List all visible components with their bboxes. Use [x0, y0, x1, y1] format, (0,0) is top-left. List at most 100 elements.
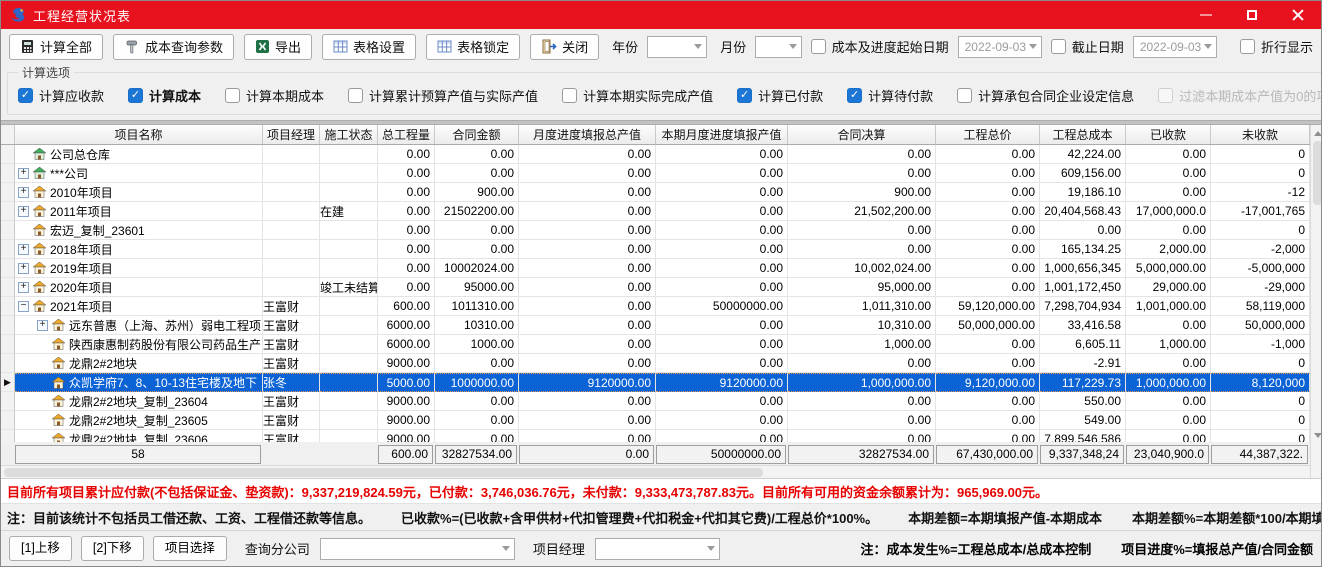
table-row[interactable]: 宏迈_复制_236010.000.000.000.000.000.000.000…	[1, 221, 1310, 240]
row-selector[interactable]	[1, 240, 15, 259]
calc-all-button[interactable]: 计算全部	[9, 34, 103, 60]
column-header-manager[interactable]: 项目经理	[263, 125, 320, 144]
row-selector[interactable]	[1, 202, 15, 221]
column-header-name[interactable]: 项目名称	[15, 125, 263, 144]
start-date-select[interactable]: 2022-09-03	[958, 36, 1042, 58]
close-window-button[interactable]	[1275, 1, 1321, 29]
scrollbar-thumb[interactable]	[1313, 141, 1322, 205]
manager-select[interactable]	[595, 538, 720, 560]
maximize-button[interactable]	[1229, 1, 1275, 29]
table-row[interactable]: +远东普惠（上海、苏州）弱电工程项王富财6000.0010310.000.000…	[1, 316, 1310, 335]
header-selector-cell	[1, 125, 15, 144]
cell-total_cost: 117,229.73	[1040, 373, 1126, 392]
column-header-settlement[interactable]: 合同决算	[788, 125, 936, 144]
column-header-unreceived[interactable]: 未收款	[1211, 125, 1310, 144]
table-row[interactable]: 龙鼎2#2地块_复制_23604王富财9000.000.000.000.000.…	[1, 392, 1310, 411]
row-selector[interactable]	[1, 335, 15, 354]
scrollbar-thumb[interactable]	[4, 468, 763, 477]
cell-total_cost: 33,416.58	[1040, 316, 1126, 335]
option-checkbox[interactable]: 计算承包合同企业设定信息	[957, 86, 1134, 105]
vertical-scrollbar[interactable]	[1310, 125, 1322, 478]
option-checkbox[interactable]: 计算本期实际完成产值	[562, 86, 713, 105]
column-header-current_monthly[interactable]: 本期月度进度填报产值	[656, 125, 788, 144]
column-header-qty[interactable]: 总工程量	[378, 125, 435, 144]
column-header-total_price[interactable]: 工程总价	[936, 125, 1040, 144]
row-selector[interactable]	[1, 164, 15, 183]
grid-header: 项目名称项目经理施工状态总工程量合同金额月度进度填报总产值本期月度进度填报产值合…	[1, 125, 1310, 145]
table-row[interactable]: 龙鼎2#2地块王富财9000.000.000.000.000.000.00-2.…	[1, 354, 1310, 373]
cell-status	[320, 145, 378, 164]
row-selector[interactable]	[1, 316, 15, 335]
table-row[interactable]: +2010年项目0.00900.000.000.00900.000.0019,1…	[1, 183, 1310, 202]
table-row[interactable]: ▶众凯学府7、8、10-13住宅楼及地下张冬5000.001000000.009…	[1, 373, 1310, 392]
cell-manager	[263, 221, 320, 240]
option-checkbox[interactable]: 计算应收款	[18, 86, 104, 105]
cost-query-params-button[interactable]: 成本查询参数	[113, 34, 234, 60]
row-selector[interactable]	[1, 354, 15, 373]
project-icon	[52, 414, 65, 426]
close-button[interactable]: 关闭	[530, 34, 599, 60]
row-selector[interactable]	[1, 221, 15, 240]
expand-icon[interactable]: +	[18, 206, 29, 217]
cell-amount: 1000.00	[435, 335, 519, 354]
cell-received: 1,001,000.00	[1126, 297, 1211, 316]
table-row[interactable]: +2019年项目0.0010002024.000.000.0010,002,02…	[1, 259, 1310, 278]
table-row[interactable]: +2011年项目在建0.0021502200.000.000.0021,502,…	[1, 202, 1310, 221]
column-header-monthly_total[interactable]: 月度进度填报总产值	[519, 125, 656, 144]
column-header-status[interactable]: 施工状态	[320, 125, 378, 144]
move-up-button[interactable]: [1]上移	[9, 536, 72, 561]
expand-icon[interactable]: +	[37, 320, 48, 331]
collapse-icon[interactable]: −	[18, 301, 29, 312]
year-select[interactable]	[647, 36, 707, 58]
column-header-received[interactable]: 已收款	[1126, 125, 1211, 144]
table-lock-button[interactable]: 表格锁定	[426, 34, 520, 60]
expand-icon[interactable]: +	[18, 263, 29, 274]
horizontal-scrollbar[interactable]	[1, 465, 1310, 478]
option-checkbox[interactable]: 计算已付款	[737, 86, 823, 105]
wrap-display-checkbox[interactable]: 折行显示	[1240, 37, 1313, 56]
table-row[interactable]: +2020年项目竣工未结算0.0095000.000.000.0095,000.…	[1, 278, 1310, 297]
option-checkbox[interactable]: 计算成本	[128, 86, 201, 105]
scroll-down-icon[interactable]	[1314, 433, 1322, 438]
table-row[interactable]: 公司总仓库0.000.000.000.000.000.0042,224.000.…	[1, 145, 1310, 164]
row-selector[interactable]	[1, 392, 15, 411]
cell-amount: 95000.00	[435, 278, 519, 297]
expand-icon[interactable]: +	[18, 168, 29, 179]
start-date-checkbox[interactable]: 成本及进度起始日期	[811, 37, 949, 56]
project-name: 2020年项目	[50, 279, 113, 296]
export-button[interactable]: 导出	[244, 34, 312, 60]
table-row[interactable]: 龙鼎2#2地块_复制_23605王富财9000.000.000.000.000.…	[1, 411, 1310, 430]
end-date-checkbox[interactable]: 截止日期	[1051, 37, 1124, 56]
end-date-select[interactable]: 2022-09-03	[1133, 36, 1217, 58]
table-settings-button[interactable]: 表格设置	[322, 34, 416, 60]
minimize-button[interactable]	[1183, 1, 1229, 29]
expand-icon[interactable]: +	[18, 187, 29, 198]
row-selector[interactable]	[1, 297, 15, 316]
checkbox-unchecked-icon	[957, 88, 972, 103]
column-header-amount[interactable]: 合同金额	[435, 125, 519, 144]
row-selector[interactable]	[1, 430, 15, 442]
row-selector[interactable]	[1, 411, 15, 430]
table-row[interactable]: 龙鼎2#2地块_复制_23606王富财9000.000.000.000.000.…	[1, 430, 1310, 442]
footer-bar: [1]上移[2]下移项目选择 查询分公司 项目经理 注：成本发生%=工程总成本/…	[1, 530, 1321, 566]
move-down-button[interactable]: [2]下移	[81, 536, 144, 561]
option-checkbox[interactable]: 计算累计预算产值与实际产值	[348, 86, 538, 105]
project-select-button[interactable]: 项目选择	[153, 536, 227, 561]
branch-select[interactable]	[320, 538, 515, 560]
table-row[interactable]: 陕西康惠制药股份有限公司药品生产王富财6000.001000.000.000.0…	[1, 335, 1310, 354]
row-selector[interactable]	[1, 183, 15, 202]
row-selector[interactable]	[1, 145, 15, 164]
month-select[interactable]	[755, 36, 801, 58]
scroll-up-icon[interactable]	[1314, 131, 1322, 136]
column-header-total_cost[interactable]: 工程总成本	[1040, 125, 1126, 144]
table-row[interactable]: +2018年项目0.000.000.000.000.000.00165,134.…	[1, 240, 1310, 259]
expand-icon[interactable]: +	[18, 282, 29, 293]
row-selector[interactable]	[1, 278, 15, 297]
table-row[interactable]: +***公司0.000.000.000.000.000.00609,156.00…	[1, 164, 1310, 183]
expand-icon[interactable]: +	[18, 244, 29, 255]
option-checkbox[interactable]: 计算本期成本	[225, 86, 324, 105]
option-checkbox[interactable]: 计算待付款	[847, 86, 933, 105]
row-selector[interactable]	[1, 259, 15, 278]
table-row[interactable]: −2021年项目王富财600.001011310.000.0050000000.…	[1, 297, 1310, 316]
row-selector[interactable]: ▶	[1, 373, 15, 392]
